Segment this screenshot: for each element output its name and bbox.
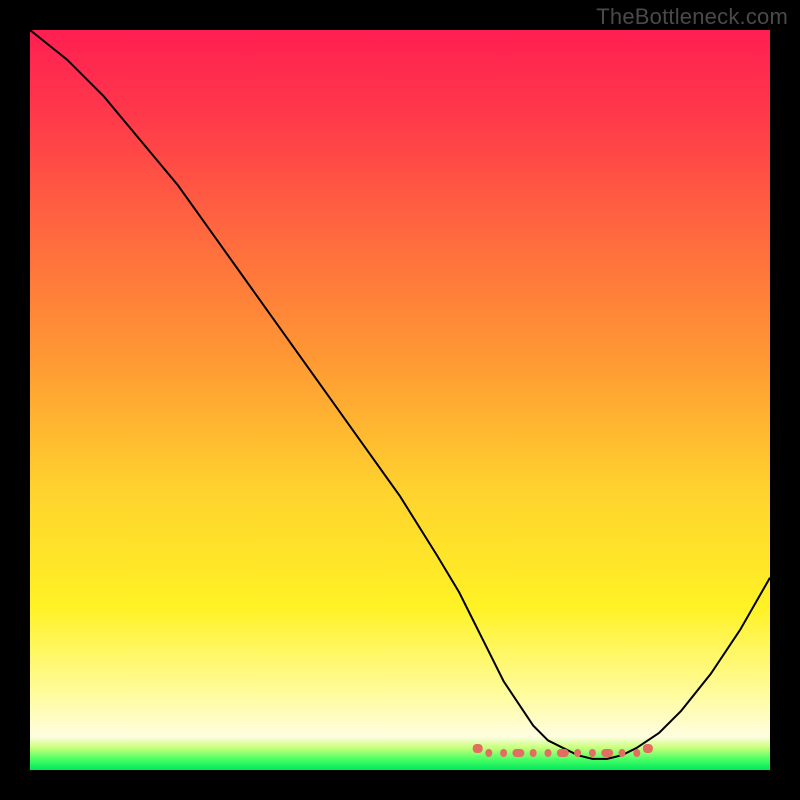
optimal-marker	[512, 749, 524, 757]
bottleneck-chart	[0, 0, 800, 800]
optimal-marker-end	[473, 744, 483, 753]
optimal-marker	[530, 749, 537, 757]
optimal-marker	[500, 749, 507, 757]
optimal-marker	[485, 749, 492, 757]
optimal-marker-end	[643, 744, 653, 753]
chart-frame: TheBottleneck.com	[0, 0, 800, 800]
optimal-marker	[601, 749, 613, 757]
optimal-marker	[574, 749, 581, 757]
optimal-marker	[633, 749, 640, 757]
optimal-marker	[619, 749, 626, 757]
optimal-marker	[589, 749, 596, 757]
watermark-label: TheBottleneck.com	[596, 4, 788, 30]
optimal-marker	[557, 749, 569, 757]
optimal-marker	[545, 749, 552, 757]
